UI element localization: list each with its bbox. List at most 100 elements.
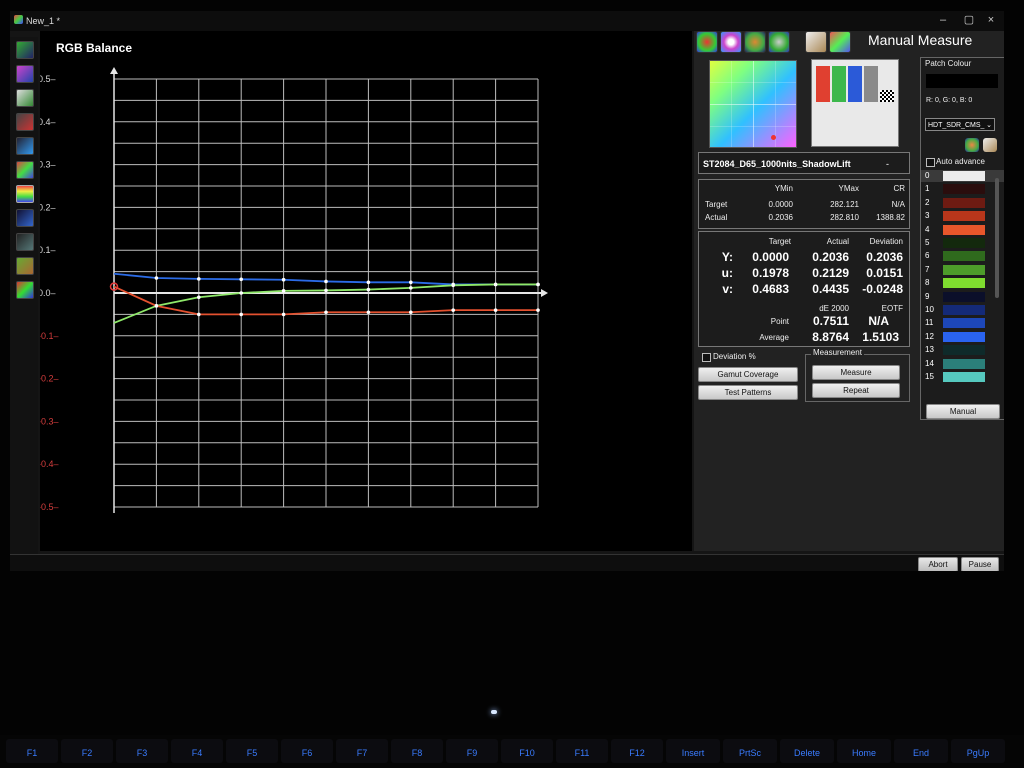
v-actual: 0.4435: [812, 282, 849, 296]
key-f2: F2: [61, 739, 113, 763]
patch-row-13[interactable]: 13: [921, 344, 1004, 356]
patch-row-4[interactable]: 4: [921, 224, 1004, 236]
white-point-marker: [771, 135, 776, 140]
luminance-tool-icon[interactable]: [16, 137, 34, 155]
patch-row-5[interactable]: 5: [921, 237, 1004, 249]
spectrum-tool-icon[interactable]: [16, 281, 34, 299]
patch-row-2[interactable]: 2: [921, 197, 1004, 209]
y-deviation: 0.2036: [866, 250, 903, 264]
y-axis-arrow: [110, 67, 118, 74]
patch-row-9[interactable]: 9: [921, 291, 1004, 303]
patch-set-dropdown[interactable]: HDT_SDR_CMS_ ⌄: [925, 118, 995, 131]
series-point: [239, 291, 243, 295]
key-f8: F8: [391, 739, 443, 763]
cie-chart-tool-icon[interactable]: [16, 41, 34, 59]
contrast-tool-icon[interactable]: [16, 233, 34, 251]
gamut-coverage-button[interactable]: Gamut Coverage: [698, 367, 798, 382]
series-point: [409, 310, 413, 315]
u-actual: 0.2129: [812, 266, 849, 280]
left-toolbar: [10, 37, 38, 557]
repeat-button[interactable]: Repeat: [812, 383, 900, 398]
saturation-tool-icon[interactable]: [16, 161, 34, 179]
white-point-tool-icon[interactable]: [16, 89, 34, 107]
patch-colour-title: Patch Colour: [925, 59, 972, 68]
target-ymax: 282.121: [830, 200, 859, 209]
key-home: Home: [837, 739, 891, 763]
patch-swatch: [943, 238, 985, 248]
power-indicator-light: [491, 710, 497, 714]
key-f5: F5: [226, 739, 278, 763]
patch-row-7[interactable]: 7: [921, 264, 1004, 276]
close-button[interactable]: ×: [978, 13, 1004, 27]
patch-row-15[interactable]: 15: [921, 371, 1004, 383]
patch-tools-icon[interactable]: [983, 138, 997, 152]
patch-wheel-icon[interactable]: [965, 138, 979, 152]
histogram-tool-icon[interactable]: [16, 209, 34, 227]
patch-number: 10: [925, 305, 934, 314]
monitor-screen: New_1 * – ▢ × RGB Balance ≡ 0.5–0.4–0.3–…: [10, 11, 1004, 571]
patch-set-value: HDT_SDR_CMS_: [928, 122, 985, 129]
patch-swatch: [943, 184, 985, 195]
eotf-header: EOTF: [881, 304, 903, 313]
luminance-table: YMin YMax CR Target 0.0000 282.121 N/A A…: [698, 179, 910, 229]
patch-row-6[interactable]: 6: [921, 250, 1004, 262]
series-point: [409, 280, 413, 285]
deviation-percent-checkbox[interactable]: [702, 353, 711, 362]
chart-panel: RGB Balance ≡ 0.5–0.4–0.3–0.2–0.1–0.0–-0…: [40, 31, 719, 551]
tools-icon[interactable]: [805, 31, 827, 53]
patch-row-10[interactable]: 10: [921, 304, 1004, 316]
test-patterns-button[interactable]: Test Patterns: [698, 385, 798, 400]
color-wheel-icon[interactable]: [696, 31, 718, 53]
auto-advance-label: Auto advance: [936, 157, 985, 166]
patch-number: 13: [925, 345, 934, 355]
rgb-balance-tool-icon[interactable]: [16, 185, 34, 203]
series-point: [451, 283, 456, 288]
series-point: [281, 312, 286, 317]
point-de-value: 0.7511: [812, 314, 849, 328]
average-eotf-value: 1.5103: [862, 330, 899, 344]
series-point: [366, 280, 371, 285]
series-point: [324, 288, 328, 293]
auto-advance-checkbox[interactable]: [926, 158, 935, 167]
patch-row-8[interactable]: 8: [921, 277, 1004, 289]
gamma-tool-icon[interactable]: [16, 113, 34, 131]
patch-row-11[interactable]: 11: [921, 317, 1004, 329]
series-point: [281, 289, 286, 293]
measure-button[interactable]: Measure: [812, 365, 900, 380]
patch-number: 12: [925, 331, 934, 341]
pause-button[interactable]: Pause: [961, 557, 999, 571]
manual-button[interactable]: Manual: [926, 404, 1000, 419]
y-tick-label: -0.3–: [40, 416, 59, 426]
patch-number: 1: [925, 184, 930, 194]
settings-wheel-icon[interactable]: [768, 31, 790, 53]
calibration-selector[interactable]: ST2084_D65_1000nits_ShadowLift -: [698, 152, 910, 174]
patch-preview: [811, 59, 899, 147]
actual-ymin: 0.2036: [768, 213, 793, 222]
average-label: Average: [759, 333, 789, 342]
key-pgup: PgUp: [951, 739, 1005, 763]
patch-list-scrollbar[interactable]: [995, 178, 999, 298]
patch-row-0[interactable]: 0: [921, 170, 1004, 182]
gamut-tool-icon[interactable]: [16, 65, 34, 83]
patch-number: 11: [925, 318, 934, 328]
patch-swatch: [943, 345, 985, 356]
color-swatch-icon[interactable]: [829, 31, 851, 53]
series-point: [281, 277, 286, 282]
u-target: 0.1978: [752, 266, 789, 280]
ymax-header: YMax: [838, 184, 859, 193]
patch-row-1[interactable]: 1: [921, 183, 1004, 195]
patch-row-12[interactable]: 12: [921, 331, 1004, 343]
average-de-value: 8.8764: [812, 330, 849, 344]
actual-row-label: Actual: [705, 213, 728, 222]
patch-row-14[interactable]: 14: [921, 358, 1004, 370]
patch-row-3[interactable]: 3: [921, 210, 1004, 222]
abort-button[interactable]: Abort: [918, 557, 958, 571]
y-tick-label: 0.2–: [40, 202, 56, 212]
v-row-label: v:: [722, 282, 733, 296]
minimize-button[interactable]: –: [930, 13, 956, 27]
y-actual: 0.2036: [812, 250, 849, 264]
target-icon[interactable]: [720, 31, 742, 53]
probe-icon[interactable]: [744, 31, 766, 53]
color-checker-tool-icon[interactable]: [16, 257, 34, 275]
series-point: [409, 286, 413, 290]
